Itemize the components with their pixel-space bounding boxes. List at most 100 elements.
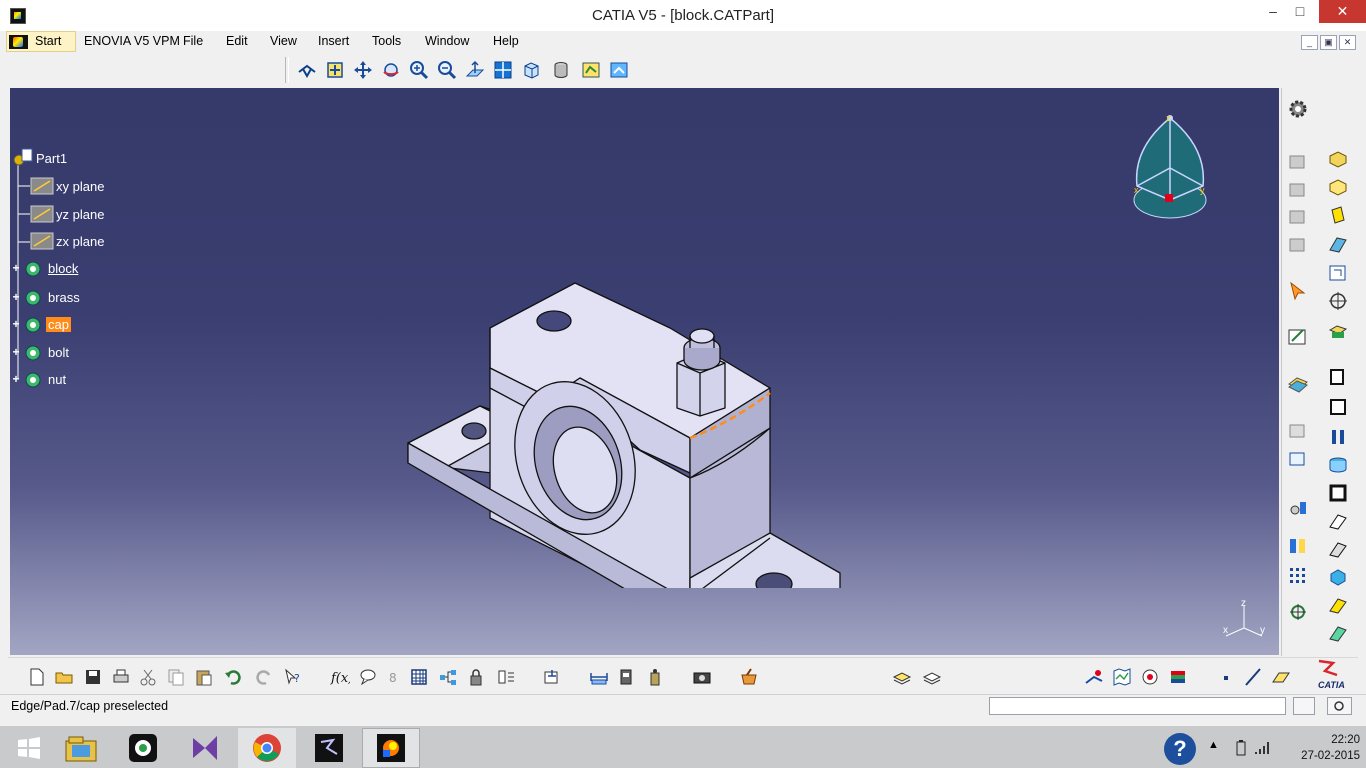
boolean-add-icon[interactable] (1287, 150, 1311, 174)
lock-icon[interactable] (465, 666, 487, 688)
copy-icon[interactable] (165, 666, 187, 688)
taskbar-file-explorer[interactable] (52, 728, 110, 768)
3d-viewport[interactable]: Part1 xy plane yz plane zx plane + block… (10, 88, 1279, 655)
menu-help[interactable]: Help (493, 34, 519, 48)
reference-element-icon[interactable] (1287, 420, 1311, 444)
tree-node-part1[interactable]: Part1 (12, 148, 69, 168)
measure-item-icon[interactable] (616, 666, 638, 688)
taskbar-clock[interactable]: 22:20 27-02-2015 (1280, 732, 1360, 764)
tree-label-block[interactable]: block (46, 261, 80, 276)
tree-node-nut[interactable]: + nut (10, 369, 68, 389)
sew-surface-icon[interactable] (1327, 622, 1351, 646)
pan-icon[interactable] (352, 59, 374, 81)
measure-inertia-icon[interactable] (644, 666, 666, 688)
layers-icon[interactable] (891, 666, 913, 688)
open-folder-icon[interactable] (53, 666, 75, 688)
tree-node-block[interactable]: + block (10, 258, 80, 278)
chamfer-icon[interactable] (1327, 396, 1351, 420)
tree-label-part1[interactable]: Part1 (34, 151, 69, 166)
sketch-analysis-icon[interactable] (1083, 666, 1105, 688)
menu-file[interactable]: File (183, 34, 203, 48)
design-table-icon[interactable]: 8 (383, 666, 405, 688)
boolean-assemble-icon[interactable] (1287, 178, 1311, 202)
layer-filter-icon[interactable] (921, 666, 943, 688)
menu-view[interactable]: View (270, 34, 297, 48)
sketcher-icon[interactable] (1287, 326, 1311, 350)
knowledge-advisor-icon[interactable] (357, 666, 379, 688)
parameter-explorer-icon[interactable] (495, 666, 517, 688)
line-icon[interactable] (1242, 666, 1264, 688)
mdi-close-button[interactable]: ✕ (1339, 35, 1356, 50)
show-hidden-icons-button[interactable]: ▲ (1208, 739, 1219, 751)
battery-icon[interactable] (1234, 740, 1248, 756)
pattern-icon[interactable] (1287, 565, 1311, 589)
apply-material-icon[interactable] (738, 666, 760, 688)
pocket-icon[interactable] (1327, 176, 1351, 200)
shading-icon[interactable] (550, 59, 572, 81)
power-input-button[interactable] (1327, 697, 1352, 715)
zoom-in-icon[interactable] (408, 59, 430, 81)
menu-tools[interactable]: Tools (372, 34, 401, 48)
paste-icon[interactable] (193, 666, 215, 688)
menu-insert[interactable]: Insert (318, 34, 349, 48)
target-icon[interactable] (1327, 290, 1351, 314)
hole-icon[interactable] (1327, 262, 1351, 286)
surface-icon[interactable] (1287, 372, 1311, 396)
expand-icon[interactable]: + (10, 261, 22, 275)
constraint-icon[interactable] (1287, 601, 1311, 625)
expand-icon[interactable]: + (10, 290, 22, 304)
compass-icon[interactable] (1125, 108, 1215, 228)
network-signal-icon[interactable] (1253, 740, 1271, 756)
hide-show-icon[interactable] (580, 59, 602, 81)
boolean-intersect-icon[interactable] (1287, 205, 1311, 229)
maximize-button[interactable]: □ (1277, 0, 1323, 24)
print-icon[interactable] (110, 666, 132, 688)
point-icon[interactable] (1215, 666, 1237, 688)
tree-node-zx-plane[interactable]: zx plane (30, 231, 106, 251)
color-wheel-icon[interactable] (1139, 666, 1161, 688)
zoom-out-icon[interactable] (436, 59, 458, 81)
expand-icon[interactable]: + (10, 345, 22, 359)
mdi-restore-button[interactable]: ▣ (1320, 35, 1337, 50)
thread-icon[interactable] (1327, 510, 1351, 534)
plane-icon[interactable] (1270, 666, 1292, 688)
measure-icon[interactable] (1287, 448, 1311, 472)
expand-icon[interactable]: + (10, 317, 22, 331)
material-library-icon[interactable] (1167, 666, 1189, 688)
close-button[interactable]: ✕ (1319, 0, 1366, 23)
fillet-icon[interactable] (1327, 366, 1351, 390)
tree-label-yz-plane[interactable]: yz plane (54, 207, 106, 222)
gear-icon[interactable] (1287, 98, 1311, 122)
shaft-icon[interactable] (1327, 204, 1351, 228)
tree-label-nut[interactable]: nut (46, 372, 68, 387)
remove-face-icon[interactable] (1327, 538, 1351, 562)
pillow-block-model[interactable] (400, 188, 860, 588)
menu-window[interactable]: Window (425, 34, 469, 48)
menu-enovia[interactable]: ENOVIA V5 VPM (84, 34, 180, 48)
help-icon[interactable]: ? (1164, 733, 1196, 765)
tree-label-brass[interactable]: brass (46, 290, 82, 305)
expand-icon[interactable]: + (10, 372, 22, 386)
tree-label-bolt[interactable]: bolt (46, 345, 71, 360)
tree-label-xy-plane[interactable]: xy plane (54, 179, 106, 194)
iso-view-icon[interactable] (520, 59, 542, 81)
formula-icon[interactable]: f(x) (329, 666, 351, 688)
cut-icon[interactable] (137, 666, 159, 688)
new-file-icon[interactable] (26, 666, 48, 688)
multi-view-icon[interactable] (492, 59, 514, 81)
redo-icon[interactable] (253, 666, 275, 688)
whats-this-icon[interactable]: ? (282, 666, 304, 688)
analysis-icon[interactable] (1287, 498, 1311, 522)
taskbar-visual-studio[interactable] (176, 728, 234, 768)
thickness-icon[interactable] (1327, 482, 1351, 506)
tree-node-brass[interactable]: + brass (10, 287, 82, 307)
save-icon[interactable] (82, 666, 104, 688)
rotate-icon[interactable] (380, 59, 402, 81)
shell-icon[interactable] (1327, 454, 1351, 478)
catia-logo-icon[interactable] (9, 35, 28, 49)
measure-between-icon[interactable] (588, 666, 610, 688)
undo-icon[interactable] (222, 666, 244, 688)
menu-edit[interactable]: Edit (226, 34, 248, 48)
split-icon[interactable] (1327, 594, 1351, 618)
tree-label-cap[interactable]: cap (46, 316, 71, 332)
